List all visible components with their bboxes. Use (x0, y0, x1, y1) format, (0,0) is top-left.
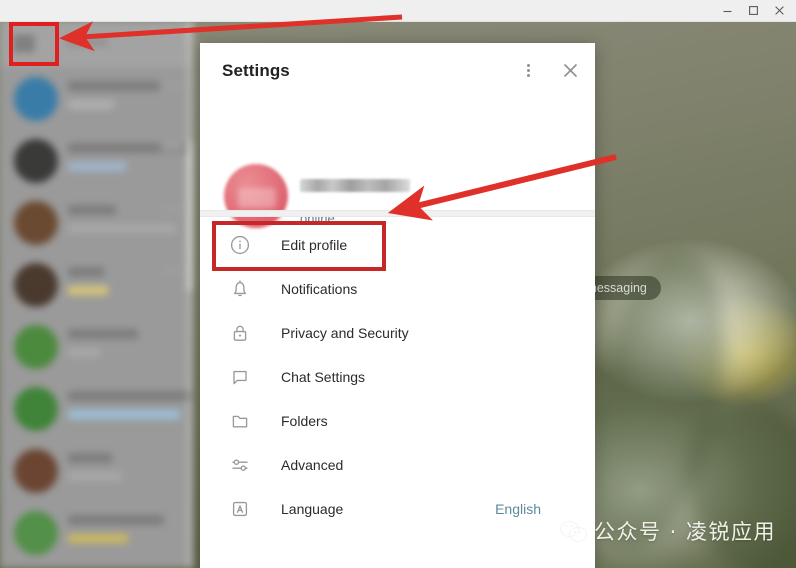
avatar (14, 325, 58, 369)
avatar (14, 263, 58, 307)
settings-menu-item-edit-profile[interactable]: Edit profile (200, 223, 595, 267)
profile-name-redacted (300, 179, 410, 192)
chat-list-item[interactable] (0, 439, 193, 502)
chat-bubble-icon (228, 365, 252, 389)
chat-name-redacted (68, 267, 104, 277)
chat-name-redacted (68, 391, 193, 401)
chat-list-item[interactable] (0, 67, 193, 130)
minimize-icon[interactable] (714, 0, 740, 21)
settings-menu-item-label: Privacy and Security (281, 325, 409, 341)
settings-menu-item-label: Notifications (281, 281, 358, 297)
info-circle-icon (228, 233, 252, 257)
avatar (14, 387, 58, 431)
chat-preview-redacted (68, 224, 176, 233)
close-icon[interactable] (557, 57, 583, 83)
settings-menu-item-folders[interactable]: Folders (200, 399, 595, 443)
chat-preview-redacted (68, 100, 114, 109)
chat-timestamp-redacted (161, 267, 183, 275)
lock-icon (228, 321, 252, 345)
chat-preview-redacted (68, 286, 108, 295)
app-window: Select a chat to start messaging Search … (0, 0, 796, 568)
folder-icon (228, 409, 252, 433)
settings-menu-item-advanced[interactable]: Advanced (200, 443, 595, 487)
avatar (14, 449, 58, 493)
settings-dialog-actions (515, 57, 583, 83)
avatar (14, 139, 58, 183)
sidebar-scrollbar-track[interactable] (187, 21, 193, 568)
settings-dialog-header: Settings (200, 43, 595, 100)
settings-menu-item-label: Chat Settings (281, 369, 366, 385)
chat-preview-redacted (68, 410, 180, 419)
watermark: 公众号 · 凌锐应用 (560, 516, 776, 546)
page-title: Settings (222, 61, 290, 80)
sidebar-scrollbar-thumb[interactable] (188, 141, 192, 291)
chat-name-redacted (68, 453, 112, 463)
chat-list-item[interactable] (0, 377, 193, 440)
settings-menu-item-label: Edit profile (281, 237, 348, 253)
settings-menu-item-privacy-and-security[interactable]: Privacy and Security (200, 311, 595, 355)
hamburger-menu-icon[interactable] (12, 33, 36, 55)
chat-list-item[interactable] (0, 501, 193, 564)
section-divider (200, 210, 595, 217)
chat-timestamp-redacted (161, 205, 183, 213)
chat-list-item[interactable] (0, 129, 193, 192)
window-controls (714, 0, 792, 21)
chat-preview-redacted (68, 534, 128, 543)
chat-preview-redacted (68, 162, 126, 171)
settings-dialog[interactable]: Settings online Edit profile Notification… (200, 43, 595, 568)
settings-menu-list[interactable]: Edit profile Notifications Privacy and Sec… (200, 223, 595, 531)
chat-preview-redacted (68, 348, 100, 357)
settings-menu-item-label: Folders (281, 413, 328, 429)
chat-name-redacted (68, 81, 160, 91)
window-titlebar[interactable] (0, 0, 796, 22)
settings-menu-item-chat-settings[interactable]: Chat Settings (200, 355, 595, 399)
chat-list-sidebar[interactable]: Search (0, 21, 193, 568)
kebab-menu-icon[interactable] (515, 57, 541, 83)
chat-list-item[interactable] (0, 191, 193, 254)
search-input[interactable]: Search (66, 34, 107, 49)
watermark-text: 公众号 · 凌锐应用 (594, 520, 777, 544)
close-icon[interactable] (766, 0, 792, 21)
chat-preview-redacted (68, 472, 122, 481)
avatar (14, 77, 58, 121)
bell-icon (228, 277, 252, 301)
language-a-icon (228, 497, 252, 521)
chat-timestamp-redacted (161, 143, 183, 151)
avatar (14, 511, 58, 555)
chat-name-redacted (68, 329, 138, 339)
chat-timestamp-redacted (161, 81, 183, 89)
chat-list-item[interactable] (0, 315, 193, 378)
settings-menu-item-notifications[interactable]: Notifications (200, 267, 595, 311)
settings-menu-item-label: Advanced (281, 457, 344, 473)
wechat-logo-icon (560, 518, 587, 544)
avatar-blur-overlay (238, 188, 276, 208)
settings-menu-item-language[interactable]: Language English (200, 487, 595, 531)
chat-name-redacted (68, 515, 164, 525)
sliders-icon (228, 453, 252, 477)
avatar (14, 201, 58, 245)
maximize-icon[interactable] (740, 0, 766, 21)
settings-menu-item-value[interactable]: English (495, 501, 541, 517)
chat-name-redacted (68, 205, 116, 215)
settings-menu-item-label: Language (281, 501, 344, 517)
chat-list-item[interactable] (0, 253, 193, 316)
sidebar-search-bar[interactable]: Search (0, 21, 193, 67)
